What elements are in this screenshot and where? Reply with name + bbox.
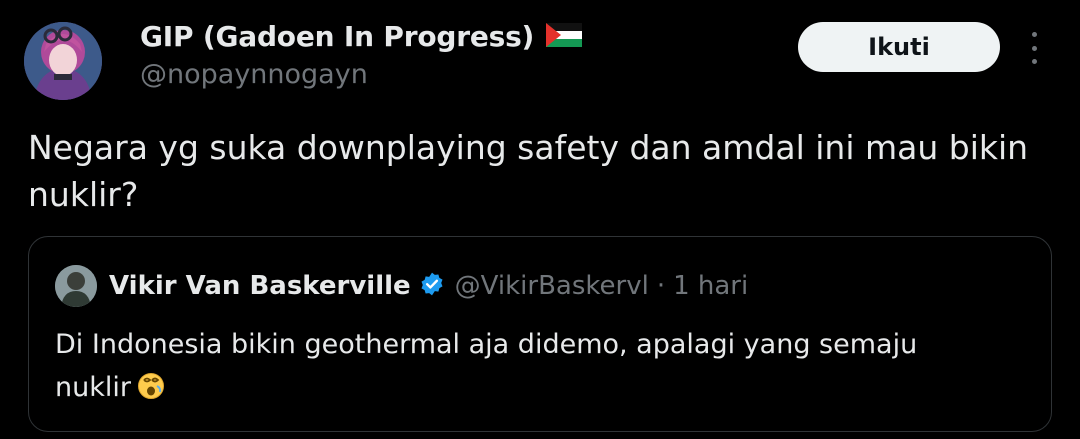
separator-dot: · (656, 271, 666, 301)
quoted-tweet-time[interactable]: 1 hari (673, 271, 748, 301)
author-avatar[interactable] (24, 22, 102, 100)
dizzy-face-emoji (137, 370, 165, 413)
author-handle[interactable]: @nopaynnogayn (140, 59, 582, 90)
palestine-flag-icon (546, 22, 583, 51)
quoted-tweet-text: Di Indonesia bikin geothermal aja didemo… (55, 323, 955, 413)
author-info: GIP (Gadoen In Progress) @nopaynnogayn (140, 20, 583, 90)
quoted-tweet-header: Vikir Van Baskerville @VikirBaskervl · 1… (55, 265, 748, 307)
quoted-tweet[interactable]: Vikir Van Baskerville @VikirBaskervl · 1… (28, 236, 1052, 432)
verified-badge-icon (419, 271, 445, 301)
author-name[interactable]: GIP (Gadoen In Progress) (140, 20, 534, 53)
quoted-tweet-body: Di Indonesia bikin geothermal aja didemo… (55, 329, 918, 403)
tweet-text: Negara yg suka downplaying safety dan am… (28, 128, 1029, 214)
quoted-author-handle[interactable]: @VikirBaskervl (455, 271, 649, 301)
quoted-author-avatar[interactable] (55, 265, 97, 307)
more-vertical-icon[interactable] (1022, 32, 1046, 64)
quoted-author-name[interactable]: Vikir Van Baskerville (109, 271, 411, 301)
follow-button[interactable]: Ikuti (798, 22, 1000, 72)
